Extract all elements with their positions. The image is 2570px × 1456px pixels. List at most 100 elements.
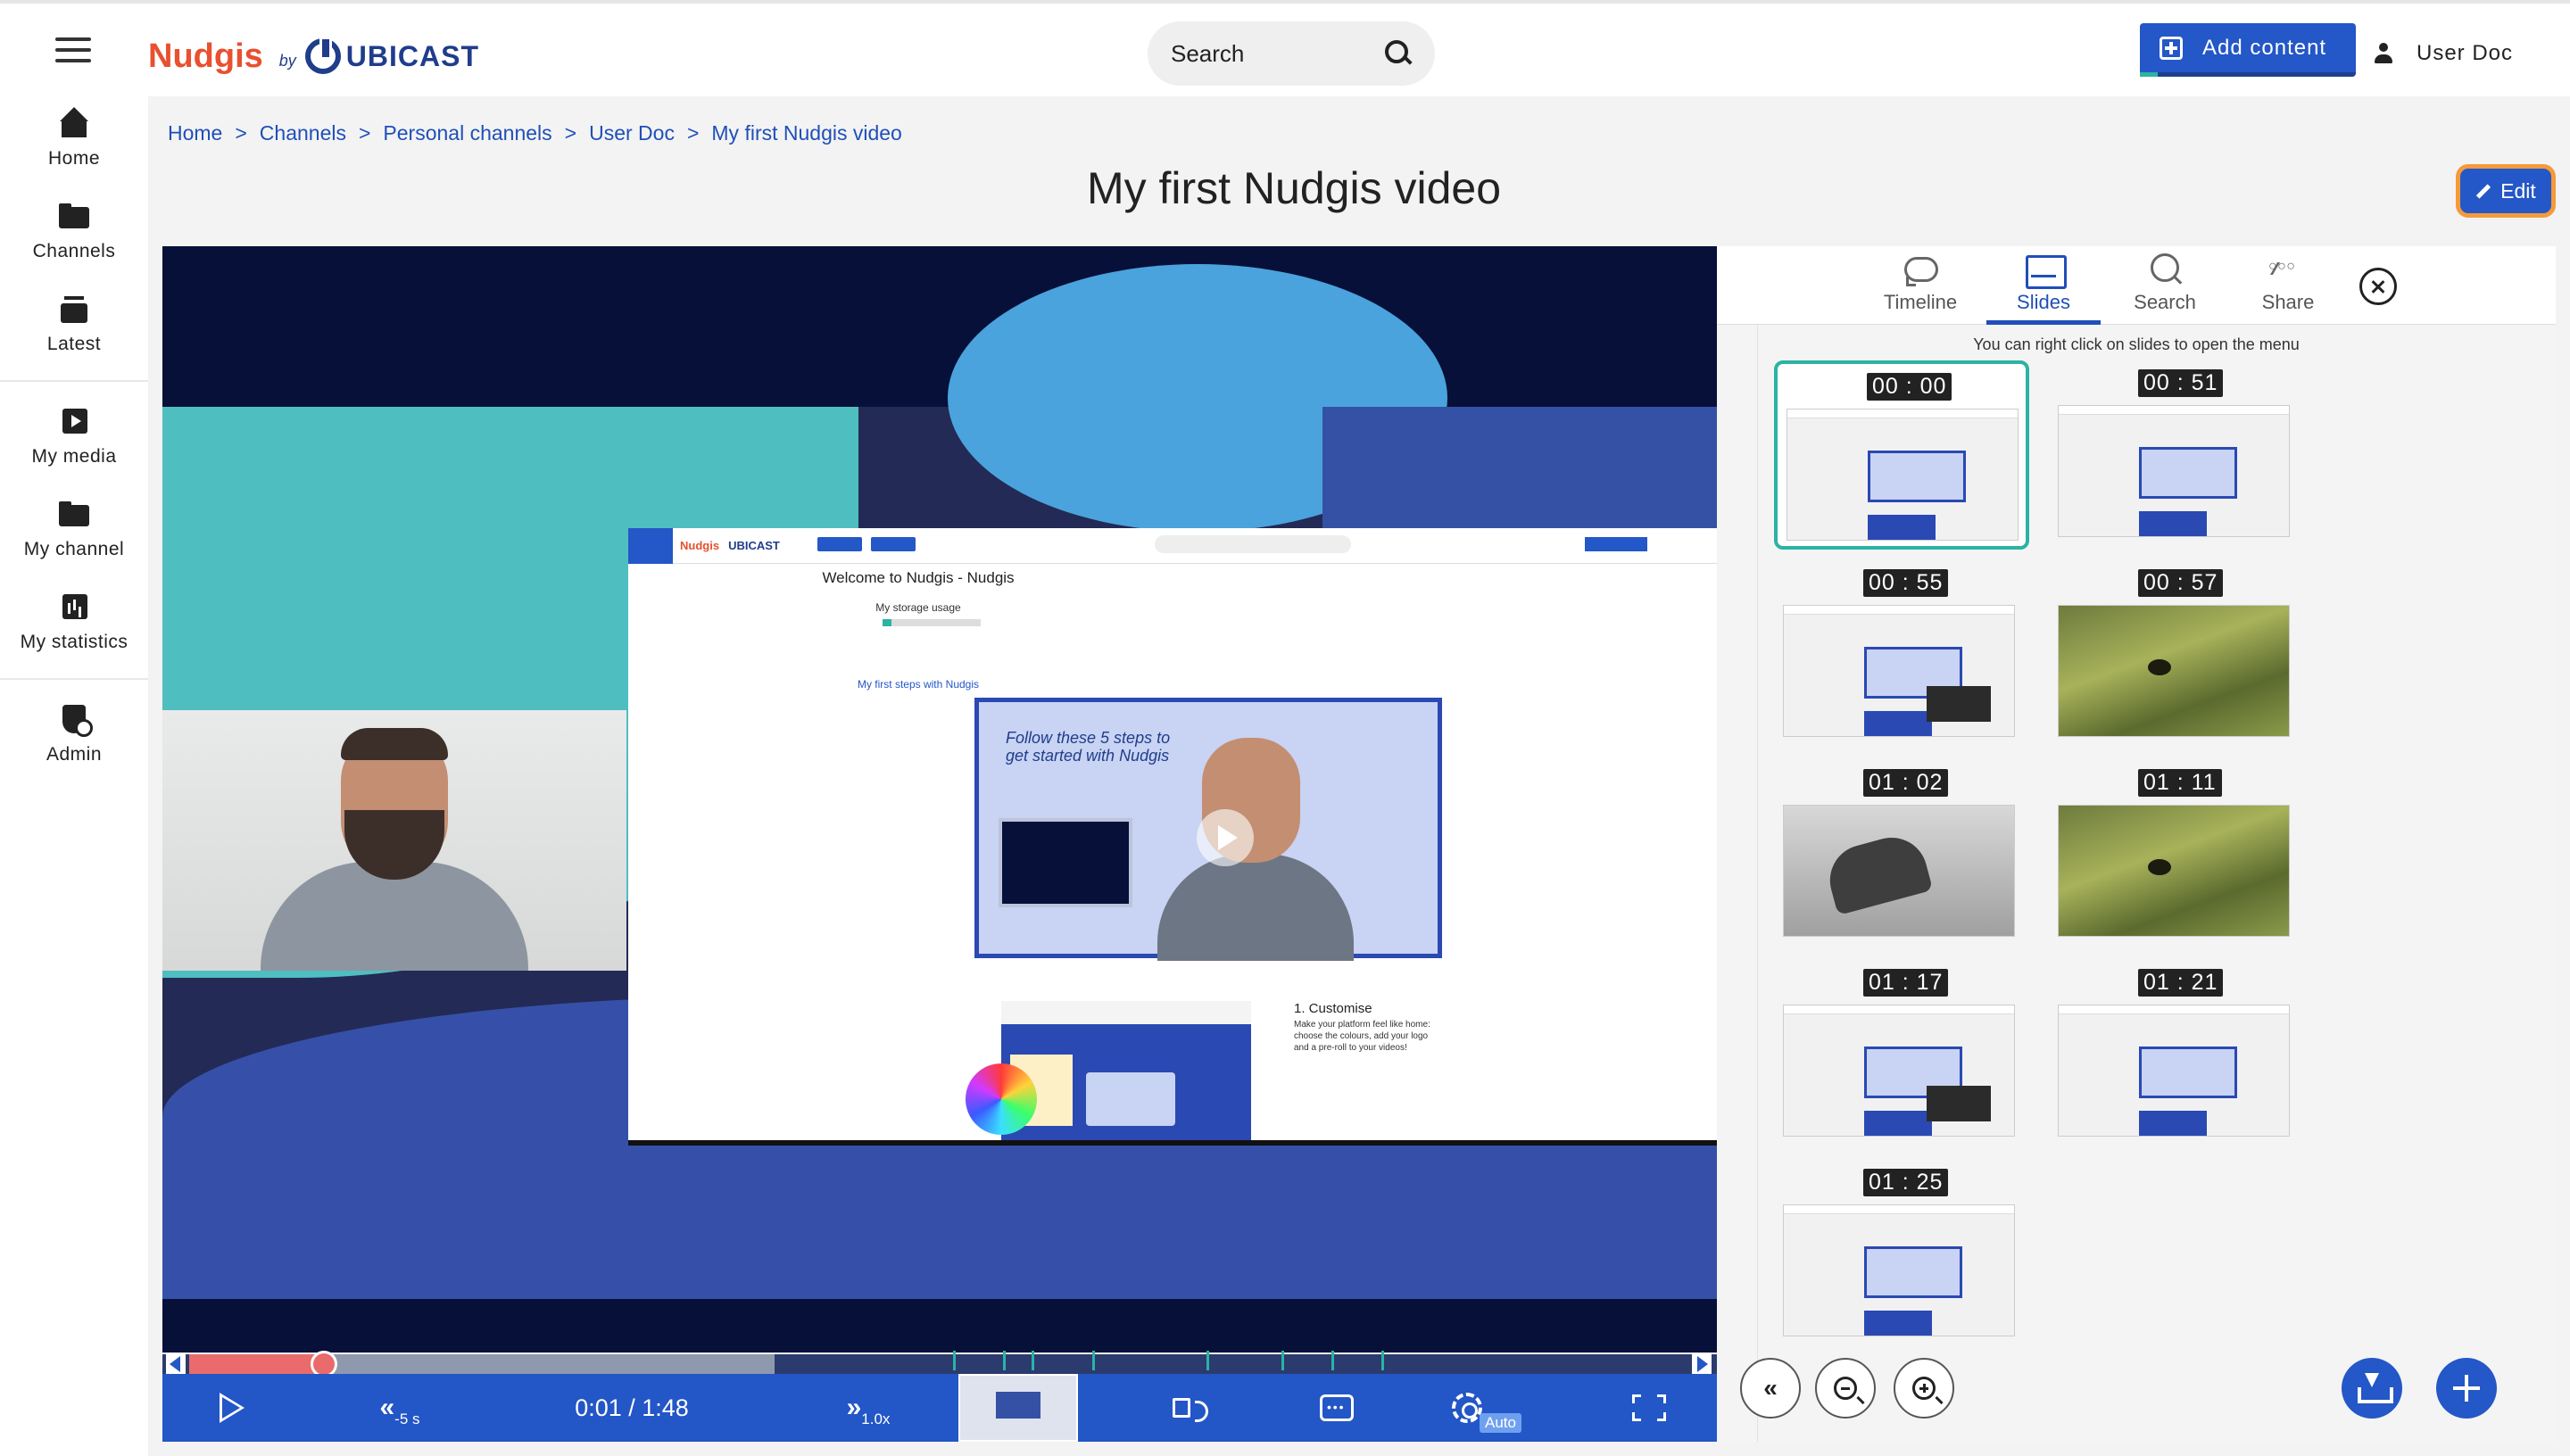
- tab-slides[interactable]: Slides: [1986, 246, 2101, 325]
- slide-thumbnail[interactable]: 00 : 51: [2049, 360, 2304, 550]
- sidebar-item-my-channel[interactable]: My channel: [0, 500, 148, 560]
- progress-bar[interactable]: [162, 1351, 1717, 1377]
- tab-search[interactable]: Search: [2102, 246, 2227, 325]
- sidebar-item-my-statistics[interactable]: My statistics: [0, 592, 148, 653]
- previous-slide-icon[interactable]: [166, 1353, 186, 1376]
- add-content-label: Add content: [2202, 35, 2327, 60]
- slide-thumbnail[interactable]: 01 : 17: [1774, 960, 2029, 1149]
- slide-image: [2058, 405, 2290, 537]
- folder-icon: [59, 202, 89, 232]
- slide-time: 01 : 11: [2138, 769, 2222, 797]
- comments-icon: [1320, 1394, 1354, 1421]
- slide-customise-text: Make your platform feel like home: choos…: [1294, 1020, 1430, 1053]
- slide-thumbnail[interactable]: 01 : 02: [1774, 760, 2029, 949]
- nudgis-logo[interactable]: Nudgis by UBICAST: [148, 34, 479, 79]
- slide-time: 01 : 21: [2138, 969, 2224, 997]
- slide-marker[interactable]: [1281, 1351, 1284, 1370]
- page-title: My first Nudgis video: [1086, 163, 1502, 213]
- share-icon: [2268, 253, 2306, 285]
- slide-thumbnail[interactable]: 00 : 57: [2049, 560, 2304, 749]
- sidebar-item-label: Latest: [46, 334, 102, 354]
- breadcrumb-link[interactable]: My first Nudgis video: [711, 121, 901, 145]
- slide-marker[interactable]: [1206, 1351, 1209, 1370]
- slide-time: 01 : 02: [1863, 769, 1949, 797]
- panel-tabs: Timeline Slides Search Share: [1717, 246, 2556, 325]
- speaker-video[interactable]: [162, 710, 626, 971]
- slides-icon: [2026, 253, 2067, 289]
- time-text: 0:01 / 1:48: [575, 1394, 689, 1421]
- user-menu[interactable]: User Doc: [2374, 36, 2513, 71]
- add-content-button[interactable]: Add content: [2140, 23, 2356, 77]
- breadcrumb: Home > Channels > Personal channels > Us…: [168, 121, 902, 145]
- slide-title: Welcome to Nudgis - Nudgis: [822, 569, 1015, 586]
- slide-thumbnail[interactable]: 00 : 55: [1774, 560, 2029, 749]
- sidebar-item-latest[interactable]: Latest: [0, 294, 148, 355]
- breadcrumb-separator: >: [358, 121, 371, 145]
- next-slide-icon[interactable]: [1692, 1353, 1712, 1376]
- zoom-out-button[interactable]: [1815, 1358, 1876, 1419]
- slide-time: 00 : 51: [2138, 369, 2224, 397]
- slide-thumbnail[interactable]: 00 : 00: [1774, 360, 2029, 550]
- fullscreen-button[interactable]: [1622, 1374, 1676, 1442]
- search-input[interactable]: Search: [1148, 21, 1435, 86]
- tab-label: Share: [2261, 291, 2315, 313]
- player-controls: « -5 s 0:01 / 1:48 » 1.0x Auto: [162, 1374, 1717, 1442]
- slide-marker[interactable]: [1003, 1351, 1006, 1370]
- latest-icon: [59, 294, 89, 325]
- breadcrumb-link[interactable]: Channels: [260, 121, 346, 145]
- slide-marker[interactable]: [1092, 1351, 1095, 1370]
- timeline-icon: [1903, 253, 1938, 286]
- tab-timeline[interactable]: Timeline: [1858, 246, 1983, 325]
- slide-image: [1787, 409, 2019, 541]
- slide-image: [1783, 1204, 2015, 1336]
- current-slide-preview[interactable]: [958, 1374, 1078, 1442]
- slide-time: 00 : 55: [1863, 569, 1949, 597]
- gear-icon: [1452, 1393, 1482, 1423]
- speed-button[interactable]: » 1.0x: [819, 1374, 917, 1442]
- slide-thumbnail[interactable]: 01 : 11: [2049, 760, 2304, 949]
- collapse-panel-button[interactable]: «: [1740, 1358, 1801, 1419]
- zoom-in-button[interactable]: [1894, 1358, 1954, 1419]
- user-icon: [2374, 43, 2393, 64]
- logo-by: by: [278, 51, 296, 70]
- slide-marker[interactable]: [1381, 1351, 1384, 1370]
- breadcrumb-link[interactable]: Home: [168, 121, 222, 145]
- play-button[interactable]: [205, 1374, 259, 1442]
- pencil-icon: [2476, 183, 2491, 199]
- speed-label: 1.0x: [861, 1410, 891, 1427]
- add-button[interactable]: [2436, 1358, 2497, 1419]
- sidebar-item-channels[interactable]: Channels: [0, 202, 148, 262]
- slide-time: 01 : 17: [1863, 969, 1949, 997]
- search-icon[interactable]: [1385, 40, 1412, 67]
- download-button[interactable]: [2342, 1358, 2402, 1419]
- slide-marker[interactable]: [1032, 1351, 1034, 1370]
- slide-video[interactable]: Nudgis UBICAST Welcome to Nudgis - Nudgis…: [628, 528, 1717, 1146]
- sidebar-item-my-media[interactable]: My media: [0, 407, 148, 467]
- breadcrumb-link[interactable]: Personal channels: [383, 121, 551, 145]
- slide-add-button: [1585, 537, 1647, 551]
- color-wheel-icon: [966, 1063, 1037, 1135]
- slide-thumbnail[interactable]: 01 : 25: [1774, 1160, 2029, 1349]
- slide-marker[interactable]: [1331, 1351, 1334, 1370]
- hamburger-menu-icon[interactable]: [55, 37, 91, 68]
- volume-button[interactable]: [1155, 1374, 1208, 1442]
- edit-label: Edit: [2500, 178, 2536, 203]
- close-panel-icon[interactable]: [2359, 268, 2397, 305]
- slide-divider: [628, 1140, 1717, 1146]
- sidebar-item-home[interactable]: Home: [0, 107, 148, 170]
- rewind-button[interactable]: « -5 s: [364, 1374, 435, 1442]
- video-player[interactable]: Nudgis UBICAST Welcome to Nudgis - Nudgis…: [162, 246, 1717, 1353]
- customise-illustration: [966, 1001, 1251, 1144]
- breadcrumb-link[interactable]: User Doc: [589, 121, 675, 145]
- comments-button[interactable]: [1310, 1374, 1364, 1442]
- slide-chip: [817, 537, 862, 551]
- play-icon: [1197, 809, 1254, 866]
- add-content-accent: [2140, 72, 2158, 77]
- slide-chip: [871, 537, 916, 551]
- slide-handwriting: Follow these 5 steps to get started with…: [1006, 729, 1171, 765]
- sidebar-item-admin[interactable]: Admin: [0, 705, 148, 765]
- edit-button[interactable]: Edit: [2456, 164, 2556, 218]
- tab-share[interactable]: Share: [2226, 246, 2350, 325]
- slide-marker[interactable]: [953, 1351, 956, 1370]
- slide-thumbnail[interactable]: 01 : 21: [2049, 960, 2304, 1149]
